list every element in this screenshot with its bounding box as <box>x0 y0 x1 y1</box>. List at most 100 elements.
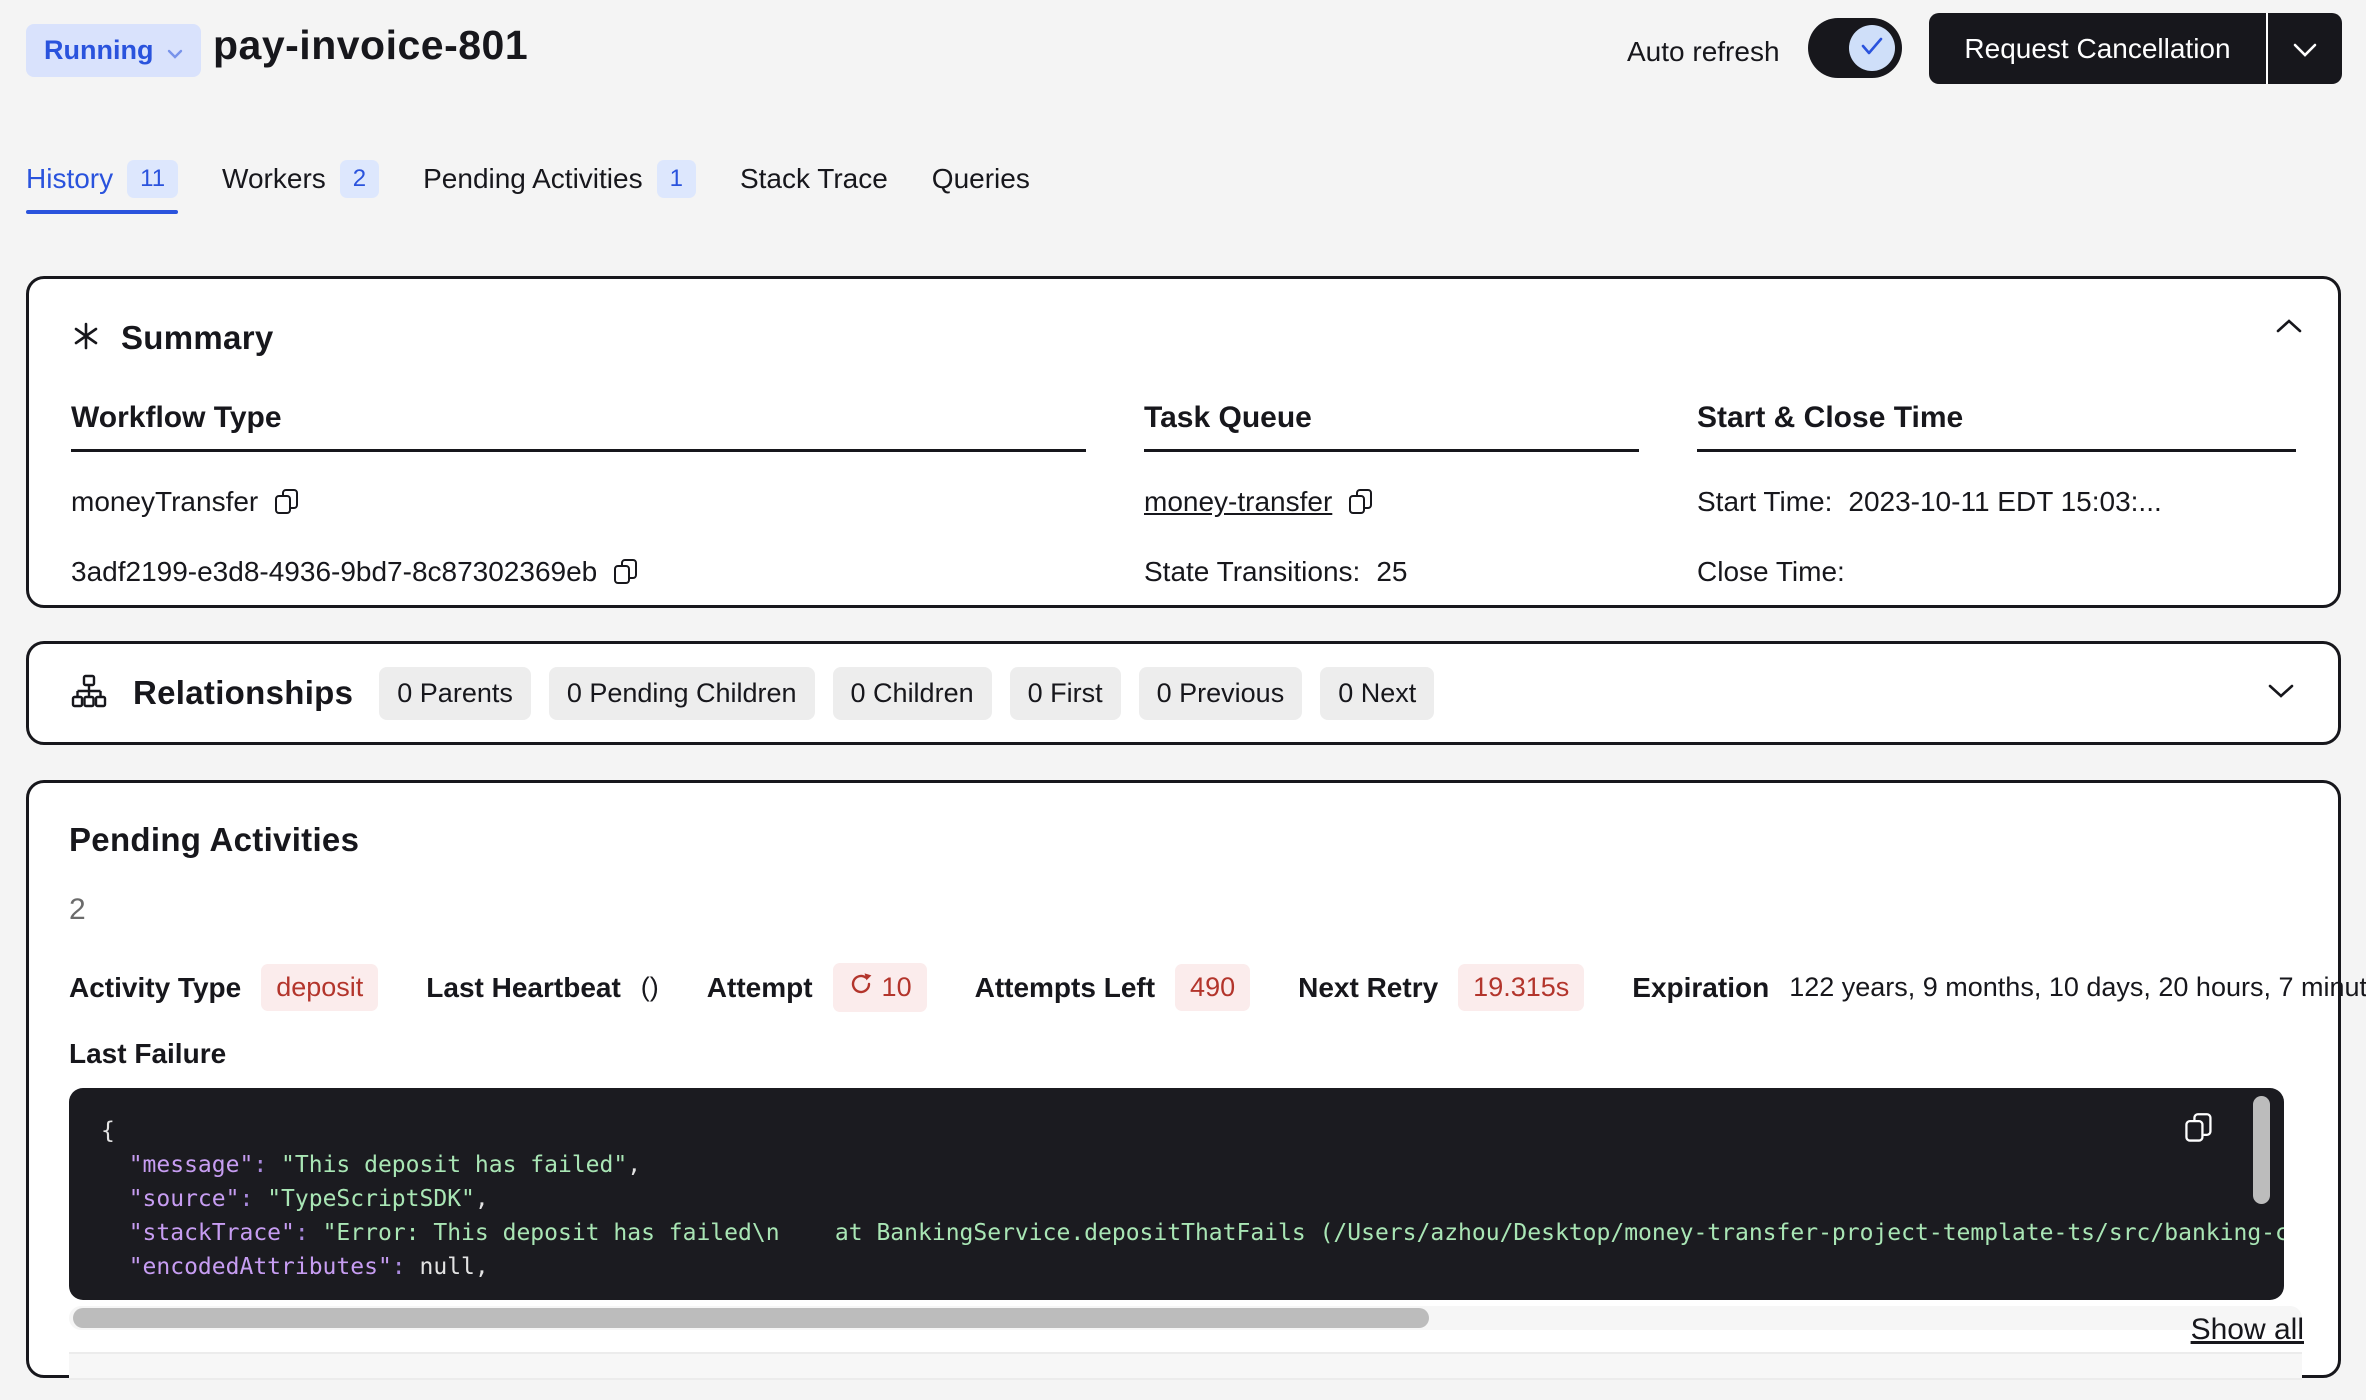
relationships-panel: Relationships 0 Parents 0 Pending Childr… <box>26 641 2341 745</box>
pending-activities-count: 2 <box>69 893 2298 927</box>
activity-type-badge: deposit <box>261 964 378 1011</box>
tab-history-label: History <box>26 163 113 195</box>
pending-activities-title: Pending Activities <box>69 821 2298 859</box>
chevron-down-icon <box>2292 33 2318 65</box>
code-key-message: "message" <box>101 1152 253 1178</box>
code-key-source: "source" <box>101 1186 239 1212</box>
workflow-tabs: History 11 Workers 2 Pending Activities … <box>26 160 1030 214</box>
tab-queries[interactable]: Queries <box>932 163 1030 211</box>
check-icon <box>1860 36 1884 61</box>
pending-children-badge: 0 Pending Children <box>549 667 815 720</box>
summary-title: Summary <box>121 319 274 357</box>
start-time-value: 2023-10-11 EDT 15:03:... <box>1848 486 2161 518</box>
show-all-link[interactable]: Show all <box>2191 1313 2304 1347</box>
tab-pending-activities-label: Pending Activities <box>423 163 642 195</box>
workflow-type-column: Workflow Type moneyTransfer 3adf2199-e3d… <box>71 401 1086 592</box>
request-cancellation-label: Request Cancellation <box>1929 13 2266 84</box>
tab-pending-activities-count: 1 <box>657 160 696 198</box>
start-close-time-header: Start & Close Time <box>1697 401 2296 452</box>
attempts-left-badge: 490 <box>1175 964 1250 1011</box>
tab-workers[interactable]: Workers 2 <box>222 160 379 214</box>
task-queue-column: Task Queue money-transfer State Transiti… <box>1144 401 1639 592</box>
auto-refresh-toggle[interactable] <box>1808 18 1902 78</box>
code-horizontal-scrollbar-thumb[interactable] <box>73 1308 1429 1328</box>
last-failure-code-block[interactable]: { "message": "This deposit has failed", … <box>69 1088 2284 1300</box>
tab-pending-activities[interactable]: Pending Activities 1 <box>423 160 696 214</box>
expiration-label: Expiration <box>1632 972 1769 1004</box>
attempt-badge: 10 <box>833 963 927 1012</box>
next-badge: 0 Next <box>1320 667 1434 720</box>
next-retry-badge: 19.315s <box>1458 964 1584 1011</box>
code-horizontal-scrollbar-track[interactable] <box>69 1306 2302 1330</box>
toggle-knob <box>1849 25 1895 71</box>
attempt-label: Attempt <box>707 972 813 1004</box>
attempt-value: 10 <box>882 972 912 1003</box>
children-badge: 0 Children <box>833 667 992 720</box>
start-time-label: Start Time: <box>1697 486 1832 518</box>
summary-panel: Summary Workflow Type moneyTransfer 3adf… <box>26 276 2341 608</box>
code-value-source: "TypeScriptSDK" <box>267 1186 475 1212</box>
collapsed-activity-row[interactable] <box>69 1352 2302 1380</box>
pending-activities-panel: Pending Activities 2 Activity Type depos… <box>26 780 2341 1378</box>
workflow-status-label: Running <box>44 35 153 66</box>
expiration-value: 122 years, 9 months, 10 days, 20 hours, … <box>1789 972 2366 1003</box>
next-retry-label: Next Retry <box>1298 972 1438 1004</box>
workflow-status-badge[interactable]: Running <box>26 24 201 77</box>
tab-stack-trace[interactable]: Stack Trace <box>740 163 888 211</box>
code-vertical-scrollbar[interactable] <box>2253 1096 2270 1204</box>
code-sep: : <box>392 1254 420 1280</box>
request-cancellation-button[interactable]: Request Cancellation <box>1929 13 2342 84</box>
start-close-time-column: Start & Close Time Start Time: 2023-10-1… <box>1697 401 2296 592</box>
activity-type-label: Activity Type <box>69 972 241 1004</box>
tab-workers-count: 2 <box>340 160 379 198</box>
summary-collapse-chevron-up-icon[interactable] <box>2274 317 2304 340</box>
copy-run-id-button[interactable] <box>613 558 639 586</box>
pending-activity-stats: Activity Type deposit Last Heartbeat () … <box>69 963 2298 1012</box>
copy-workflow-type-button[interactable] <box>274 488 300 516</box>
code-value-message: "This deposit has failed" <box>281 1152 627 1178</box>
tab-queries-label: Queries <box>932 163 1030 195</box>
first-badge: 0 First <box>1010 667 1121 720</box>
chevron-down-icon <box>167 35 183 66</box>
relationships-title: Relationships <box>133 674 353 712</box>
code-sep: : <box>239 1186 267 1212</box>
close-time-label: Close Time: <box>1697 556 1845 588</box>
code-comma: , <box>475 1186 489 1212</box>
cancellation-menu-caret[interactable] <box>2268 13 2342 84</box>
state-transitions-label: State Transitions: <box>1144 556 1360 588</box>
copy-code-button[interactable] <box>2178 1106 2220 1153</box>
tab-history[interactable]: History 11 <box>26 160 178 214</box>
tab-workers-label: Workers <box>222 163 326 195</box>
attempts-left-label: Attempts Left <box>975 972 1155 1004</box>
workflow-run-id: 3adf2199-e3d8-4936-9bd7-8c87302369eb <box>71 556 597 588</box>
code-key-stacktrace: "stackTrace" <box>101 1220 295 1246</box>
code-open-brace: { <box>101 1118 115 1144</box>
workflow-type-header: Workflow Type <box>71 401 1086 452</box>
task-queue-link[interactable]: money-transfer <box>1144 486 1332 518</box>
last-heartbeat-value: () <box>641 972 659 1003</box>
workflow-type-value: moneyTransfer <box>71 486 258 518</box>
code-sep: : <box>295 1220 323 1246</box>
page-title: pay-invoice-801 <box>213 22 528 69</box>
code-value-encodedattributes: null, <box>420 1254 489 1280</box>
previous-badge: 0 Previous <box>1139 667 1303 720</box>
parents-badge: 0 Parents <box>379 667 531 720</box>
last-failure-code-wrap: { "message": "This deposit has failed", … <box>69 1088 2298 1300</box>
copy-task-queue-button[interactable] <box>1348 488 1374 516</box>
last-heartbeat-label: Last Heartbeat <box>426 972 621 1004</box>
tab-stack-trace-label: Stack Trace <box>740 163 888 195</box>
task-queue-header: Task Queue <box>1144 401 1639 452</box>
tab-history-count: 11 <box>127 160 178 198</box>
code-sep: : <box>253 1152 281 1178</box>
state-transitions-value: 25 <box>1376 556 1407 588</box>
retry-icon <box>848 971 874 1004</box>
code-value-stacktrace: "Error: This deposit has failed\n at Ban… <box>323 1220 2284 1246</box>
last-failure-label: Last Failure <box>69 1038 2298 1070</box>
code-comma: , <box>627 1152 641 1178</box>
summary-asterisk-icon <box>71 321 101 356</box>
auto-refresh-label: Auto refresh <box>1627 36 1780 68</box>
relationships-badges: 0 Parents 0 Pending Children 0 Children … <box>379 667 1434 720</box>
code-key-encodedattributes: "encodedAttributes" <box>101 1254 392 1280</box>
hierarchy-icon <box>71 673 107 714</box>
relationships-expand-chevron-down-icon[interactable] <box>2266 682 2296 705</box>
